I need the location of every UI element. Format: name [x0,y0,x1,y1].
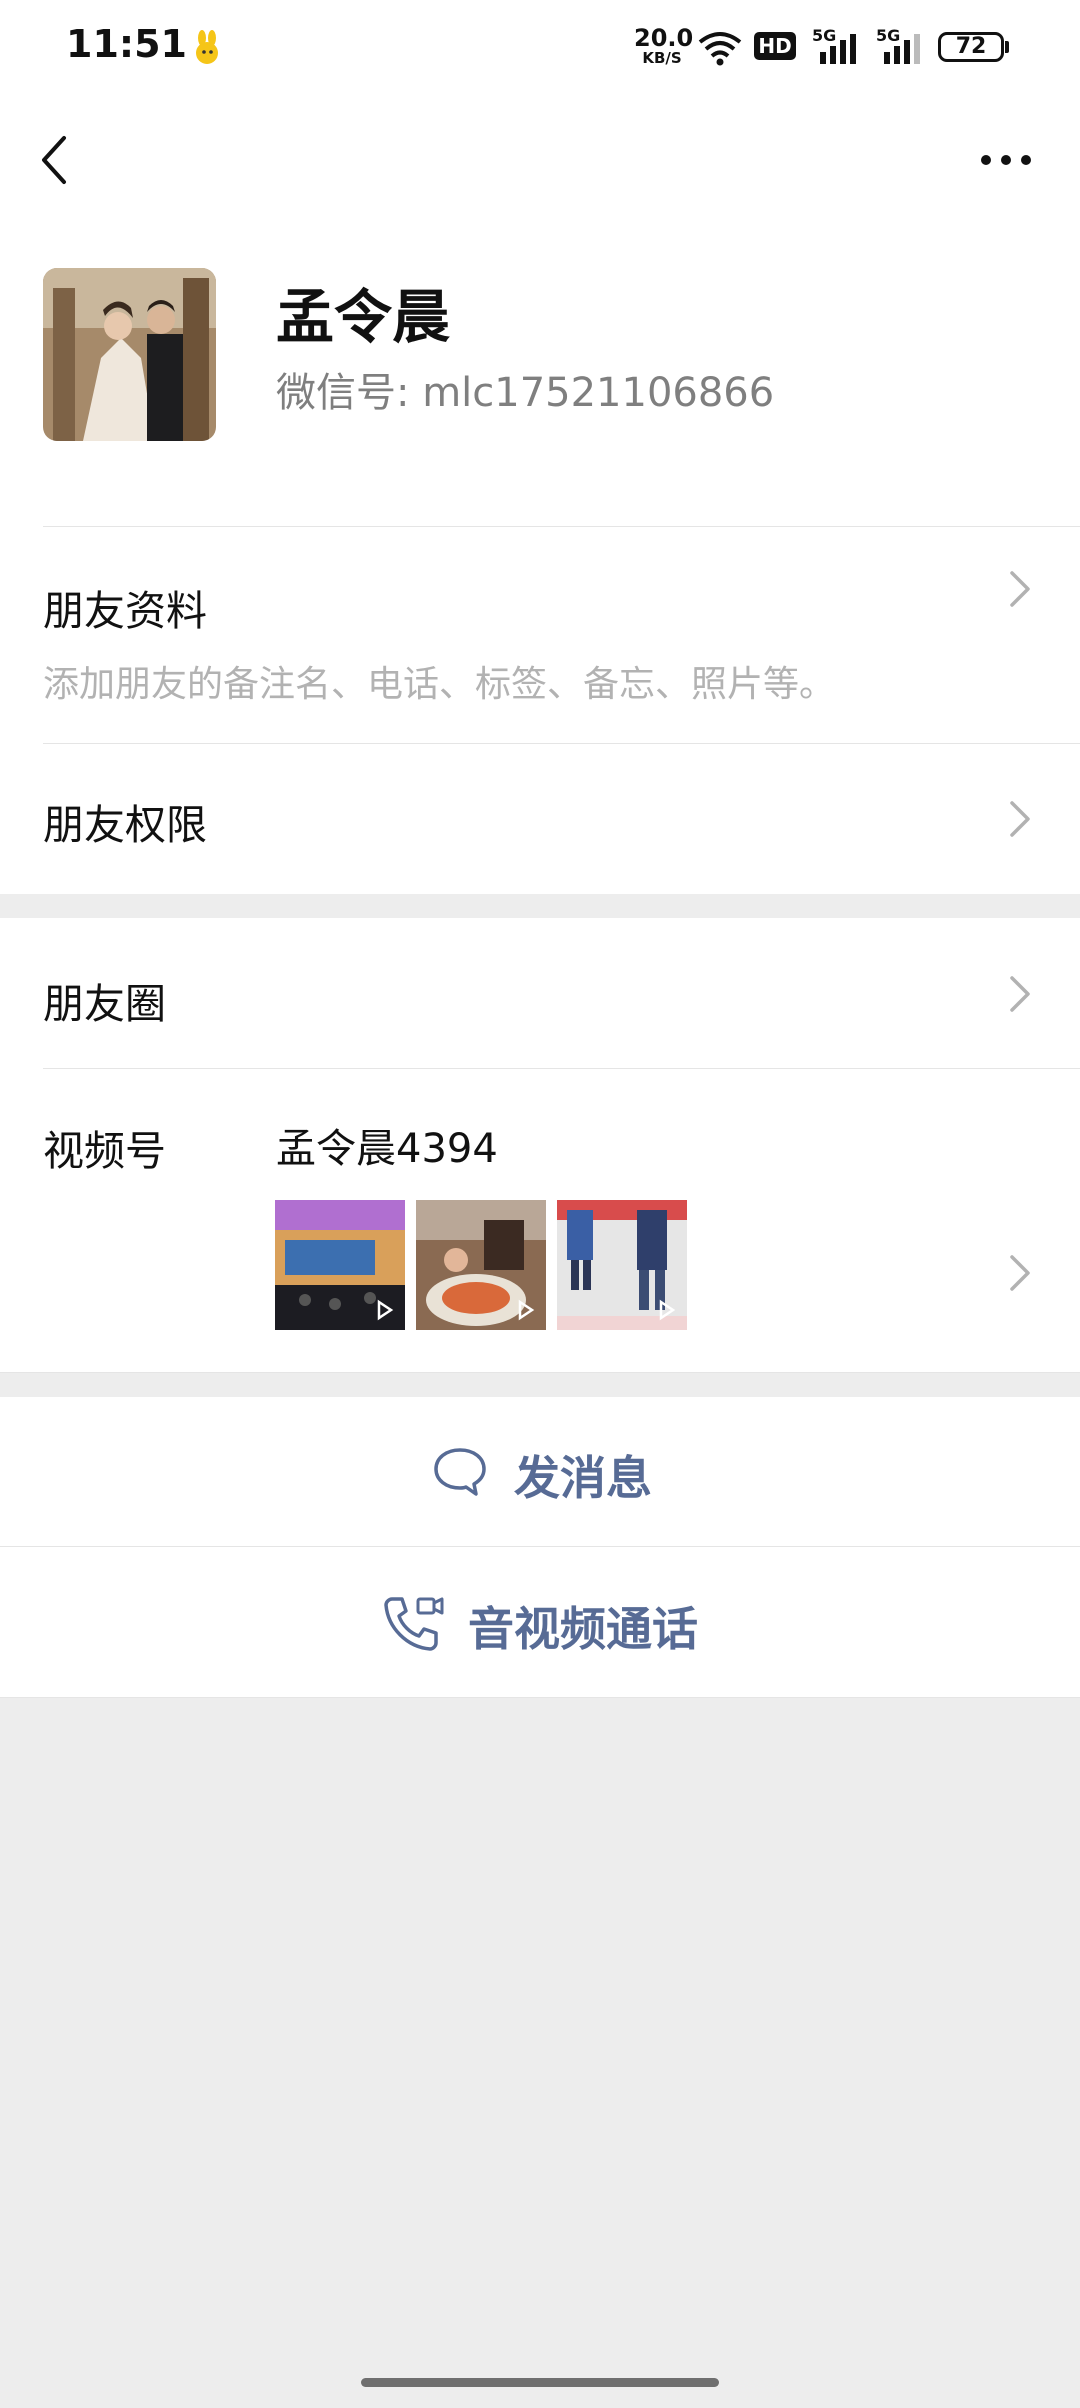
channel-video-thumbnail[interactable] [416,1200,546,1330]
chevron-right-icon [1010,571,1030,607]
divider [0,1697,1080,1698]
phone-video-icon [384,1597,444,1651]
moments-row[interactable]: 朋友圈 [0,918,1080,1068]
network-speed: 20.0 KB/S [634,24,694,67]
app-notification-icon [196,30,218,64]
more-dots-icon[interactable] [978,146,1034,174]
moments-title: 朋友圈 [43,980,166,1028]
hd-voice-icon: HD [754,32,796,60]
friend-permissions-title: 朋友权限 [43,801,207,849]
signal-2-icon: 5G [876,26,926,66]
friend-info-row[interactable]: 朋友资料 添加朋友的备注名、电话、标签、备忘、照片等。 [0,527,1080,743]
channels-title: 视频号 [43,1127,166,1175]
chevron-left-icon[interactable] [36,132,76,188]
status-bar: 11:51 20.0 KB/S HD 5G 5G 72 [0,0,1080,100]
chat-bubble-icon [434,1448,486,1496]
video-call-button[interactable]: 音视频通话 [0,1547,1080,1697]
home-indicator[interactable] [361,2378,719,2387]
chevron-right-icon [1010,976,1030,1012]
avatar[interactable] [43,268,216,441]
section-gap [0,894,1080,918]
send-message-button[interactable]: 发消息 [0,1397,1080,1547]
send-message-label: 发消息 [514,1451,652,1505]
wifi-icon [698,32,742,66]
channel-video-thumbnail[interactable] [275,1200,405,1330]
wechat-id: 微信号: mlc17521106866 [276,370,775,416]
chevron-right-icon [1010,1255,1030,1291]
channels-account-name: 孟令晨4394 [276,1126,498,1172]
friend-info-title: 朋友资料 [43,587,207,635]
battery-icon: 72 [938,32,1004,62]
contact-name: 孟令晨 [276,283,451,351]
video-call-label: 音视频通话 [468,1602,698,1656]
friend-permissions-row[interactable]: 朋友权限 [0,744,1080,894]
section-gap [0,1373,1080,1397]
friend-info-subtitle: 添加朋友的备注名、电话、标签、备忘、照片等。 [43,664,836,705]
signal-icon: 5G [812,26,862,66]
channel-video-thumbnail[interactable] [557,1200,687,1330]
chevron-right-icon [1010,801,1030,837]
status-time: 11:51 [66,22,187,66]
